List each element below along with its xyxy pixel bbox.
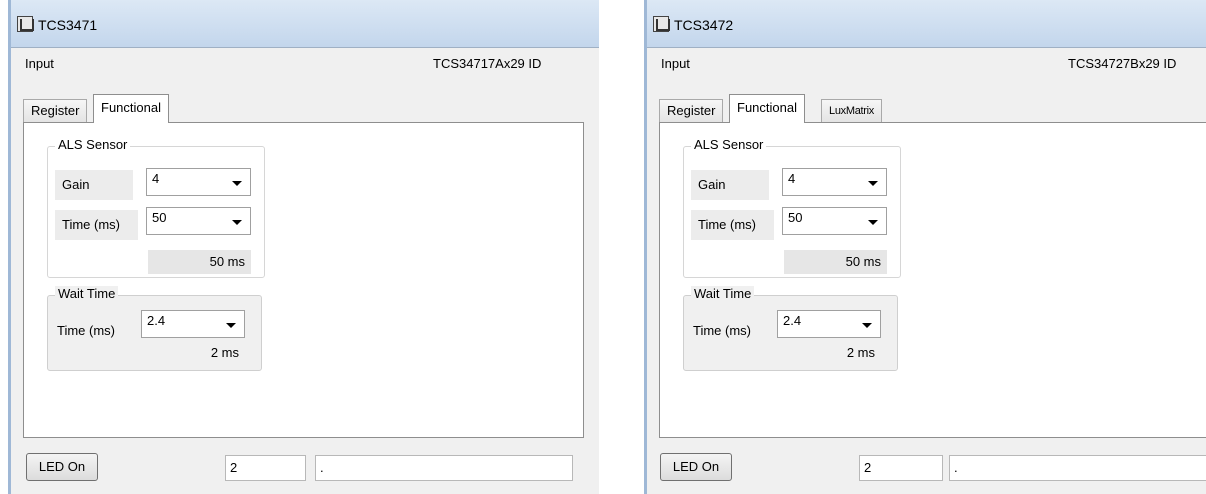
gain-label: Gain	[55, 170, 133, 200]
app-window-icon	[17, 16, 34, 32]
wait-time-readout: 2 ms	[846, 345, 875, 360]
chevron-down-icon	[868, 181, 878, 186]
app-window-icon	[653, 16, 670, 32]
input-label: Input	[661, 56, 690, 71]
als-sensor-group: ALS Sensor Gain 4 Time (ms) 50 50 ms	[47, 137, 265, 278]
status-field[interactable]: .	[949, 455, 1206, 481]
wait-time-value: 2.4	[783, 313, 802, 328]
value-field[interactable]: 2	[859, 455, 943, 481]
chevron-down-icon	[232, 220, 242, 225]
value-field[interactable]: 2	[225, 455, 306, 481]
wait-time-label: Time (ms)	[693, 323, 752, 338]
device-id-label: TCS34717Ax29 ID	[433, 56, 542, 71]
gain-value: 4	[152, 171, 160, 186]
wait-time-dropdown[interactable]: 2.4	[777, 310, 881, 338]
chevron-down-icon	[232, 181, 242, 186]
gain-label: Gain	[691, 170, 769, 200]
tab-register[interactable]: Register	[659, 99, 724, 123]
tab-functional[interactable]: Functional	[729, 94, 805, 123]
als-time-dropdown[interactable]: 50	[146, 207, 251, 235]
led-on-button[interactable]: LED On	[660, 453, 732, 481]
wait-time-readout: 2 ms	[210, 345, 239, 360]
led-on-button[interactable]: LED On	[26, 453, 98, 481]
functional-tab-panel: ALS Sensor Gain 4 Time (ms) 50 50 ms Wai…	[23, 122, 584, 438]
als-time-readout: 50 ms	[148, 250, 251, 274]
window-title: TCS3472	[674, 17, 734, 33]
chevron-down-icon	[226, 323, 236, 328]
tab-luxmatrix[interactable]: LuxMatrix	[821, 99, 882, 123]
als-sensor-group: ALS Sensor Gain 4 Time (ms) 50 50 ms	[683, 137, 901, 278]
functional-tab-panel: ALS Sensor Gain 4 Time (ms) 50 50 ms Wai…	[659, 122, 1206, 438]
als-sensor-legend: ALS Sensor	[691, 137, 767, 152]
chevron-down-icon	[862, 323, 872, 328]
gain-dropdown[interactable]: 4	[146, 168, 251, 196]
title-bar: TCS3472	[647, 0, 1206, 48]
tab-register[interactable]: Register	[23, 99, 88, 123]
wait-time-label: Time (ms)	[57, 323, 116, 338]
als-time-label: Time (ms)	[55, 210, 138, 240]
wait-time-group: Wait Time Time (ms) 2.4 2 ms	[683, 286, 898, 371]
wait-time-value: 2.4	[147, 313, 166, 328]
tab-functional[interactable]: Functional	[93, 94, 169, 123]
als-time-value: 50	[152, 210, 167, 225]
gain-dropdown[interactable]: 4	[782, 168, 887, 196]
wait-time-group: Wait Time Time (ms) 2.4 2 ms	[47, 286, 262, 371]
chevron-down-icon	[868, 220, 878, 225]
wait-time-legend: Wait Time	[691, 286, 755, 301]
als-time-dropdown[interactable]: 50	[782, 207, 887, 235]
gain-value: 4	[788, 171, 796, 186]
als-time-label: Time (ms)	[691, 210, 774, 240]
title-bar: TCS3471	[11, 0, 599, 48]
device-id-label: TCS34727Bx29 ID	[1068, 56, 1177, 71]
als-sensor-legend: ALS Sensor	[55, 137, 131, 152]
als-time-readout: 50 ms	[784, 250, 887, 274]
window-title: TCS3471	[38, 17, 98, 33]
tcs3472-window: TCS3472 Input TCS34727Bx29 ID Register F…	[644, 0, 1206, 494]
input-label: Input	[25, 56, 54, 71]
wait-time-dropdown[interactable]: 2.4	[141, 310, 245, 338]
tcs3471-window: TCS3471 Input TCS34717Ax29 ID Register F…	[8, 0, 599, 494]
status-field[interactable]: .	[315, 455, 573, 481]
als-time-value: 50	[788, 210, 803, 225]
wait-time-legend: Wait Time	[55, 286, 119, 301]
